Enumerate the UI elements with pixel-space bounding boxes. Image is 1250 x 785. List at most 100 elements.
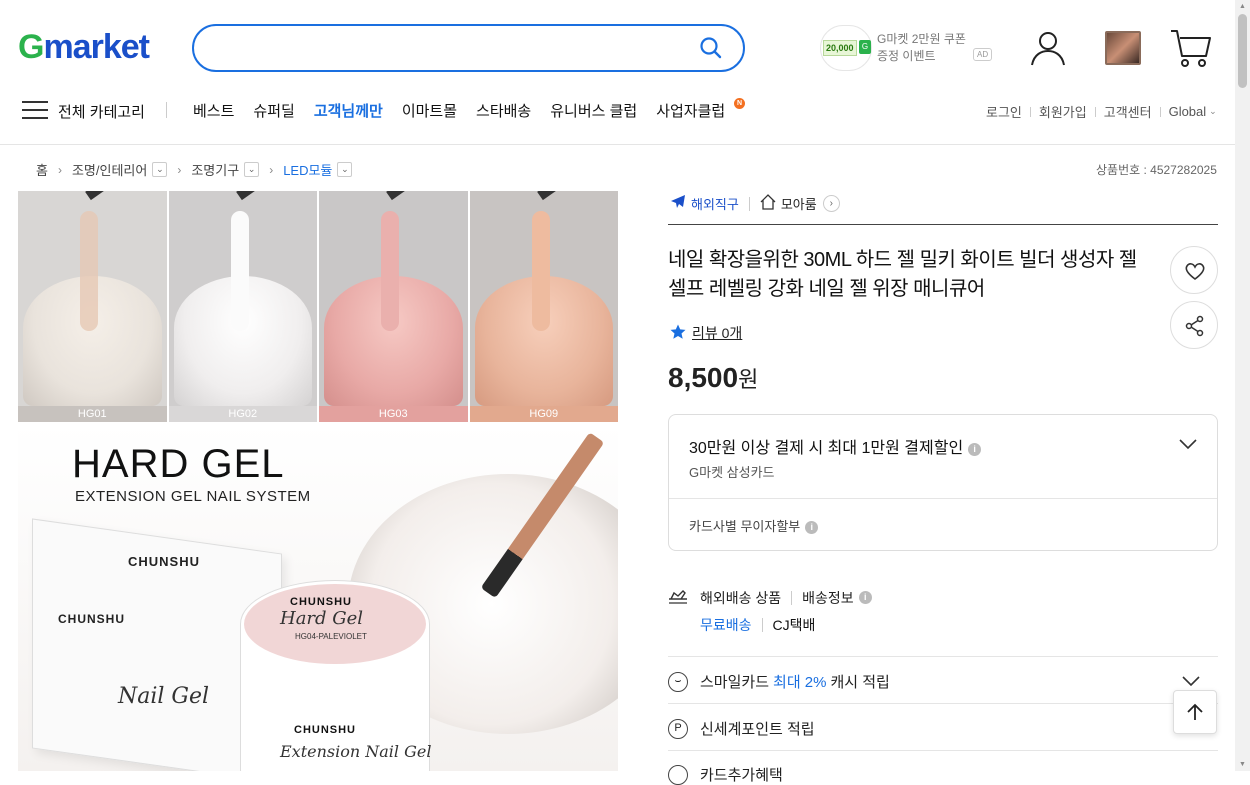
installment-label: 카드사별 무이자할부 <box>689 519 801 534</box>
shipping-label: 해외배송 상품 <box>700 589 782 606</box>
chevron-down-icon[interactable]: ⌄ <box>152 162 168 177</box>
nav-universe-club[interactable]: 유니버스 클럽 <box>550 100 637 121</box>
shipping-row: 해외배송 상품 배송정보 i <box>668 587 872 608</box>
swatch: HG09 <box>469 191 618 422</box>
utility-links: 로그인 회원가입 고객센터 Global ⌄ <box>986 102 1217 121</box>
scroll-up-arrow-icon[interactable]: ▲ <box>1239 3 1246 10</box>
breadcrumb: 홈 › 조명/인테리어 ⌄ › 조명기구 ⌄ › LED모듈 ⌄ <box>36 160 353 179</box>
logo-g: G <box>18 28 44 66</box>
swatch-label: HG02 <box>168 406 317 422</box>
jar-brand-bottom: CHUNSHU <box>294 724 356 736</box>
price: 8,500원 <box>668 362 758 394</box>
nav-for-you[interactable]: 고객님께만 <box>314 100 383 121</box>
swatch-label: HG09 <box>469 406 618 422</box>
plane-icon <box>668 587 688 608</box>
overseas-direct-tag[interactable]: 해외직구 <box>691 194 739 213</box>
main-nav: 베스트 슈퍼딜 고객님께만 이마트몰 스타배송 유니버스 클럽 사업자클럽 <box>193 100 725 121</box>
signup-link[interactable]: 회원가입 <box>1039 102 1087 121</box>
card-benefit-box: 30만원 이상 결제 시 최대 1만원 결제할인 i G마켓 삼성카드 카드사별 … <box>668 414 1218 551</box>
cart-icon[interactable] <box>1170 28 1212 73</box>
review-link[interactable]: 리뷰 0개 <box>670 323 742 343</box>
product-main-image[interactable]: HARD GEL EXTENSION GEL NAIL SYSTEM CHUNS… <box>18 424 618 771</box>
wishlist-button[interactable] <box>1170 246 1218 294</box>
coupon-image: 20,000 G <box>820 25 872 71</box>
coupon-g-mark: G <box>859 40 871 54</box>
info-icon[interactable]: i <box>858 591 872 604</box>
store-name-link[interactable]: 모아룸 <box>781 194 817 213</box>
box-brand: CHUNSHU <box>128 554 200 569</box>
breadcrumb-current[interactable]: LED모듈 <box>283 160 332 179</box>
nav-business-club[interactable]: 사업자클럽 <box>656 100 725 121</box>
ad-coupon-banner[interactable]: 20,000 G G마켓 2만원 쿠폰 증정 이벤트 AD <box>820 25 993 71</box>
smile-card-label: 스마일카드 <box>700 674 770 691</box>
nav-star-delivery[interactable]: 스타배송 <box>476 100 531 121</box>
new-badge: N <box>734 98 745 109</box>
chevron-down-icon[interactable]: ⌄ <box>337 162 353 177</box>
breadcrumb-item[interactable]: 조명기구 <box>191 160 239 179</box>
free-shipping: 무료배송 <box>700 617 752 633</box>
chevron-right-icon: › <box>269 162 274 177</box>
price-value: 8,500 <box>668 362 739 393</box>
breadcrumb-item[interactable]: 조명/인테리어 <box>72 160 147 179</box>
search-bar[interactable] <box>192 24 745 72</box>
swatch: HG01 <box>18 191 167 422</box>
scroll-down-arrow-icon[interactable]: ▼ <box>1239 761 1246 768</box>
chevron-down-icon: ⌄ <box>1209 106 1217 116</box>
card-name: G마켓 삼성카드 <box>689 465 775 480</box>
smile-card-post: 캐시 적립 <box>830 674 890 691</box>
coupon-amount: 20,000 <box>823 40 857 56</box>
all-categories-button[interactable]: 전체 카테고리 <box>58 101 145 122</box>
scrollbar[interactable]: ▲ ▼ <box>1235 0 1250 771</box>
jar-brand: CHUNSHU <box>290 596 352 608</box>
nav-divider <box>166 102 167 118</box>
hero-title: HARD GEL <box>72 442 285 486</box>
product-swatch-image[interactable]: HG01 HG02 HG03 HG09 <box>18 191 618 422</box>
hamburger-menu-icon[interactable] <box>22 100 48 125</box>
customer-center-link[interactable]: 고객센터 <box>1104 102 1152 121</box>
info-icon[interactable]: i <box>968 443 982 456</box>
star-icon <box>670 324 686 343</box>
nav-best[interactable]: 베스트 <box>193 100 234 121</box>
product-title: 네일 확장을위한 30ML 하드 젤 밀키 화이트 빌더 생성자 젤 셀프 레벨… <box>668 249 1137 300</box>
global-link[interactable]: Global <box>1169 104 1207 119</box>
jar-script-bottom: Extension Nail Gel <box>280 742 432 761</box>
extra-card-row[interactable]: 카드추가혜택 <box>668 764 783 785</box>
recent-viewed-thumbnail[interactable] <box>1105 31 1141 65</box>
box-brand-side: CHUNSHU <box>58 612 125 626</box>
carrier: CJ택배 <box>772 617 816 633</box>
my-page-icon[interactable] <box>1030 30 1066 71</box>
chevron-right-icon[interactable]: › <box>822 195 840 212</box>
chevron-down-icon[interactable] <box>1179 437 1197 455</box>
hero-subtitle: EXTENSION GEL NAIL SYSTEM <box>75 488 311 505</box>
share-button[interactable] <box>1170 301 1218 349</box>
smile-card-row[interactable]: ⌣ 스마일카드 최대 2% 캐시 적립 <box>668 671 890 692</box>
chevron-right-icon: › <box>57 162 62 177</box>
nav-emart-mall[interactable]: 이마트몰 <box>402 100 457 121</box>
card-discount[interactable]: 30만원 이상 결제 시 최대 1만원 결제할인 i <box>689 434 982 458</box>
card-icon <box>668 764 688 785</box>
search-icon[interactable] <box>699 36 723 65</box>
swatch: HG02 <box>168 191 317 422</box>
logo-market: market <box>43 28 150 66</box>
point-label: 신세계포인트 적립 <box>700 721 815 738</box>
point-icon: P <box>668 718 688 739</box>
chevron-down-icon[interactable]: ⌄ <box>244 162 260 177</box>
breadcrumb-home[interactable]: 홈 <box>36 160 48 179</box>
product-number: 상품번호 : 4527282025 <box>1096 163 1217 177</box>
nav-superdeal[interactable]: 슈퍼딜 <box>253 100 294 121</box>
box-script: Nail Gel <box>118 684 210 709</box>
extra-card-label: 카드추가혜택 <box>700 767 783 784</box>
search-input[interactable] <box>218 36 678 60</box>
scrollbar-thumb[interactable] <box>1238 14 1247 88</box>
info-icon[interactable]: i <box>805 521 819 534</box>
swatch-label: HG01 <box>18 406 167 422</box>
login-link[interactable]: 로그인 <box>986 102 1022 121</box>
point-row[interactable]: P 신세계포인트 적립 <box>668 718 815 739</box>
installment-info[interactable]: 카드사별 무이자할부 i <box>689 516 819 535</box>
gmarket-logo[interactable]: Gmarket <box>18 28 150 67</box>
chevron-right-icon: › <box>177 162 182 177</box>
scroll-to-top-button[interactable] <box>1173 690 1217 734</box>
shipping-detail: 무료배송 CJ택배 <box>700 615 815 635</box>
shipping-info-link[interactable]: 배송정보 <box>802 588 854 608</box>
ad-badge: AD <box>973 48 993 61</box>
